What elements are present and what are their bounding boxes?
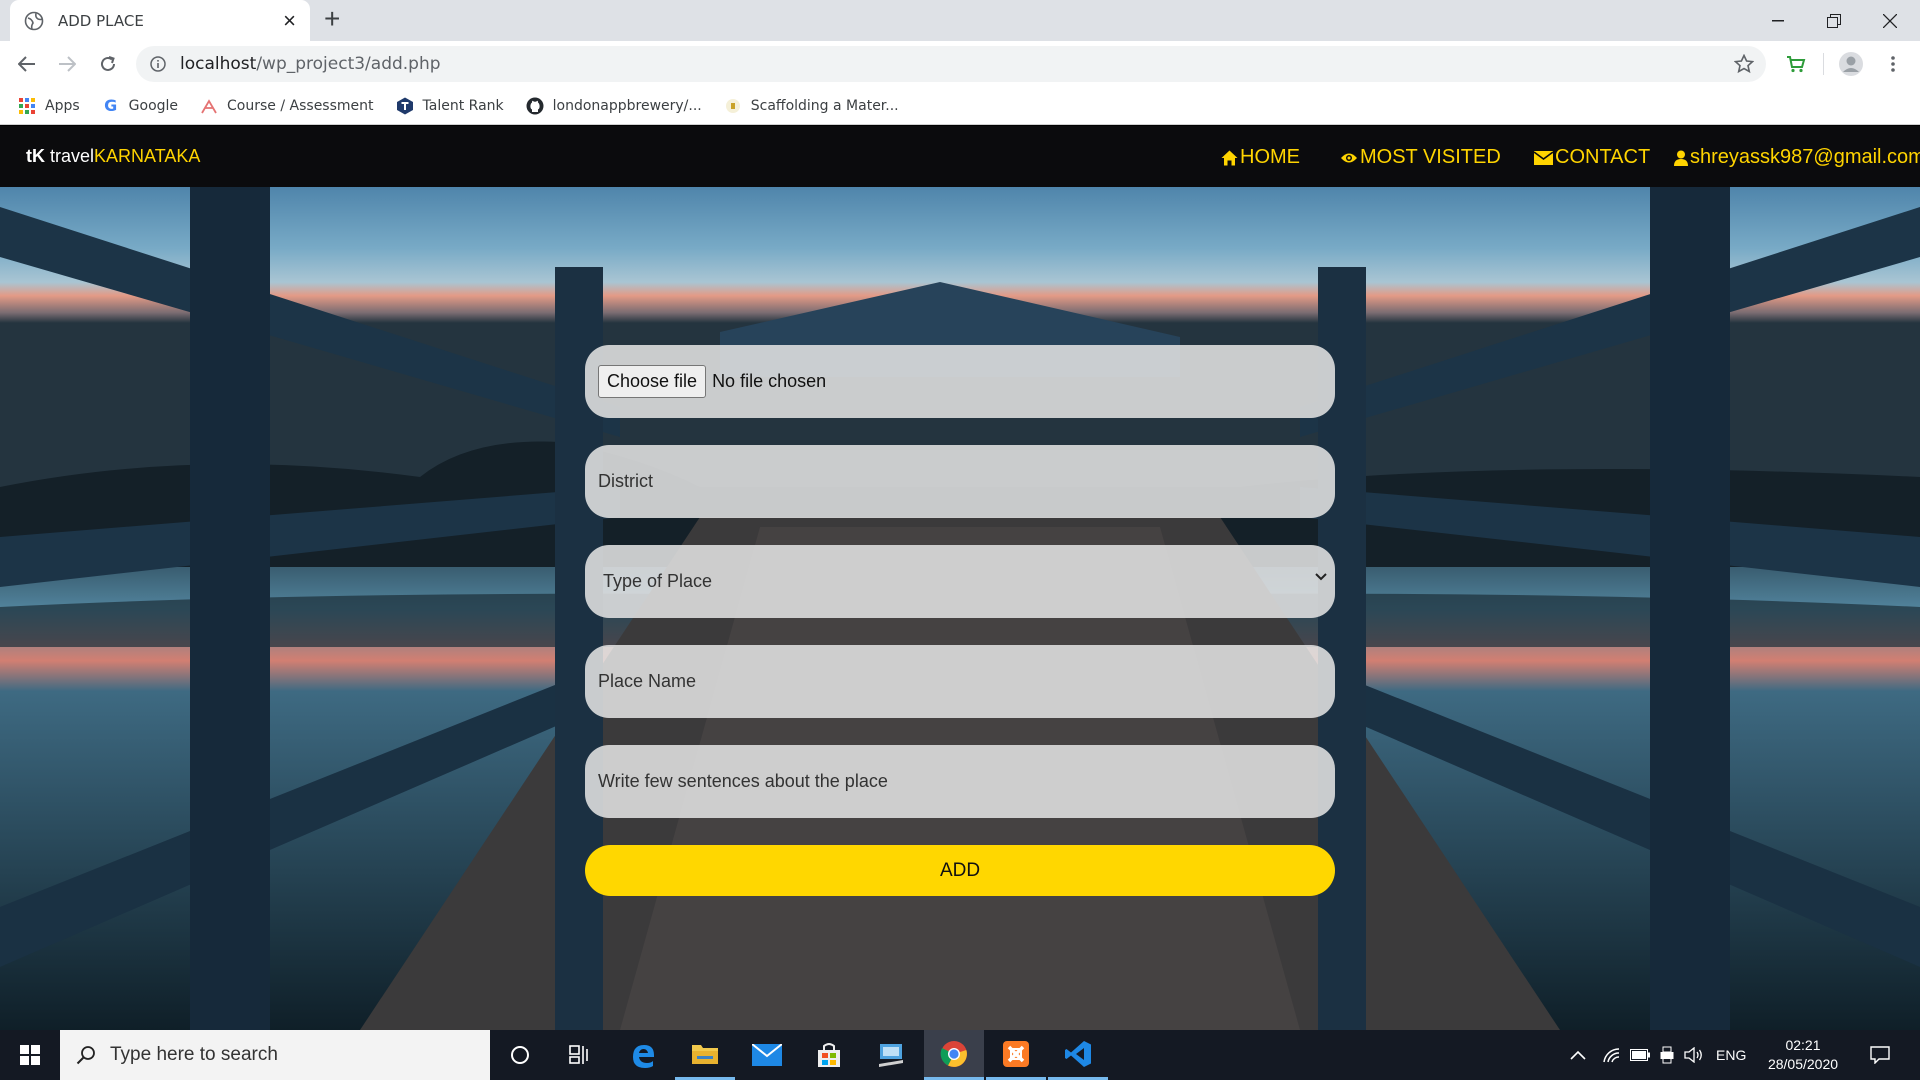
google-icon: G (104, 96, 118, 115)
bookmark-talent-rank[interactable]: Talent Rank (396, 97, 504, 115)
url-host: localhost (180, 54, 257, 74)
envelope-icon (1534, 150, 1553, 165)
site-navbar: tK travelKARNATAKA HOME MOST VISITED CON… (0, 126, 1920, 187)
bookmark-star-icon[interactable] (1734, 54, 1754, 74)
toolbar-divider (1823, 53, 1824, 75)
profile-avatar-icon[interactable] (1838, 51, 1864, 77)
printer-icon[interactable] (1660, 1046, 1674, 1064)
type-of-place-value: Type of Place (603, 571, 713, 591)
edge-icon[interactable] (613, 1030, 673, 1080)
site-info-icon[interactable] (150, 56, 166, 72)
nav-home-label: HOME (1240, 146, 1300, 168)
bookmark-label: Scaffolding a Mater... (750, 97, 899, 114)
taskbar-clock[interactable]: 02:21 28/05/2020 (1758, 1036, 1848, 1074)
type-of-place-select[interactable]: Type of Place (585, 545, 1335, 618)
bookmark-label: Course / Assessment (227, 97, 374, 114)
course-icon (200, 97, 218, 115)
github-icon (526, 97, 544, 115)
user-icon (1674, 150, 1688, 166)
district-input[interactable]: District (585, 445, 1335, 518)
tab-title: ADD PLACE (58, 11, 144, 30)
new-tab-icon[interactable]: + (324, 5, 340, 33)
bookmark-label: Google (128, 97, 179, 114)
chevron-down-icon (1315, 573, 1327, 581)
nav-user-email: shreyassk987@gmail.com (1690, 146, 1920, 168)
globe-icon (24, 11, 44, 30)
talent-rank-icon (396, 97, 414, 115)
windows-start-icon[interactable] (0, 1030, 60, 1080)
description-textarea[interactable]: Write few sentences about the place (585, 745, 1335, 818)
language-indicator[interactable]: ENG (1716, 1047, 1746, 1063)
image-file-input[interactable]: Choose file No file chosen (585, 345, 1335, 418)
bookmark-google[interactable]: G Google (102, 96, 179, 115)
clock-date: 28/05/2020 (1767, 1056, 1839, 1072)
browser-toolbar: localhost/wp_project3/add.php (0, 41, 1920, 87)
tab-close-icon[interactable]: × (283, 9, 296, 32)
choose-file-button[interactable]: Choose file (598, 365, 707, 398)
chevron-up-icon[interactable] (1570, 1050, 1586, 1060)
cart-extension-icon[interactable] (1783, 51, 1809, 77)
notification-center-icon[interactable] (1850, 1030, 1910, 1080)
nav-home[interactable]: HOME (1221, 146, 1300, 169)
volume-icon[interactable] (1684, 1047, 1704, 1063)
file-status-text: No file chosen (712, 371, 827, 391)
mail-icon[interactable] (737, 1030, 797, 1080)
nav-most-visited-label: MOST VISITED (1360, 146, 1501, 168)
nav-contact-label: CONTACT (1555, 146, 1651, 168)
remote-desktop-icon[interactable] (861, 1030, 921, 1080)
file-explorer-icon[interactable] (675, 1030, 735, 1080)
browser-tab[interactable]: ADD PLACE × (10, 0, 310, 41)
home-icon (1221, 150, 1238, 165)
bookmark-label: Talent Rank (422, 97, 504, 114)
cortana-icon[interactable] (490, 1030, 550, 1080)
address-bar[interactable]: localhost/wp_project3/add.php (136, 46, 1766, 82)
bookmarks-bar: Apps G Google Course / Assessment Talent… (0, 87, 1920, 125)
url-path: /wp_project3/add.php (256, 54, 441, 74)
task-view-icon[interactable] (550, 1030, 610, 1080)
close-window-icon[interactable] (1862, 0, 1918, 41)
bookmark-apps[interactable]: Apps (18, 97, 80, 115)
reload-icon[interactable] (92, 48, 124, 80)
add-button[interactable]: ADD (585, 845, 1335, 896)
nav-contact[interactable]: CONTACT (1534, 146, 1650, 169)
url-text: localhost/wp_project3/add.php (180, 54, 441, 74)
search-placeholder: Type here to search (110, 1044, 278, 1065)
brand-travel: travel (50, 146, 95, 166)
forward-arrow-icon[interactable] (51, 48, 83, 80)
xampp-icon[interactable] (986, 1030, 1046, 1080)
bookmark-label: Apps (45, 97, 80, 114)
description-placeholder: Write few sentences about the place (598, 771, 888, 791)
microsoft-store-icon[interactable] (799, 1030, 859, 1080)
menu-kebab-icon[interactable] (1880, 51, 1906, 77)
eye-icon (1341, 153, 1357, 162)
chrome-icon[interactable] (924, 1030, 984, 1080)
nav-user[interactable]: shreyassk987@gmail.com (1674, 146, 1920, 169)
taskbar-search-box[interactable]: Type here to search (60, 1030, 490, 1080)
vscode-icon[interactable] (1048, 1030, 1108, 1080)
scaffolding-icon (724, 97, 742, 115)
windows-taskbar: Type here to search ENG 02:21 28/05/2020 (0, 1030, 1920, 1080)
nav-most-visited[interactable]: MOST VISITED (1340, 146, 1501, 169)
bookmark-scaffolding[interactable]: Scaffolding a Mater... (724, 97, 899, 115)
clock-time: 02:21 (1785, 1037, 1821, 1053)
brand-logo-mark: tK (26, 146, 45, 166)
system-tray: ENG (1570, 1030, 1746, 1080)
place-name-placeholder: Place Name (598, 671, 697, 691)
wifi-icon[interactable] (1602, 1047, 1620, 1063)
back-arrow-icon[interactable] (11, 48, 43, 80)
minimize-icon[interactable] (1750, 0, 1806, 41)
bookmark-londonappbrewery[interactable]: londonappbrewery/... (526, 97, 702, 115)
restore-icon[interactable] (1806, 0, 1862, 41)
bookmark-label: londonappbrewery/... (552, 97, 702, 114)
browser-tab-strip: ADD PLACE × + (0, 0, 1920, 41)
hero-background: Choose file No file chosen District Type… (0, 187, 1920, 1030)
brand-karnataka: KARNATAKA (94, 146, 201, 166)
bookmark-course[interactable]: Course / Assessment (200, 97, 374, 115)
battery-icon[interactable] (1630, 1049, 1650, 1061)
apps-grid-icon (18, 97, 36, 115)
search-icon (76, 1046, 95, 1065)
place-name-input[interactable]: Place Name (585, 645, 1335, 718)
district-placeholder: District (598, 471, 653, 491)
site-brand[interactable]: tK travelKARNATAKA (26, 146, 200, 167)
